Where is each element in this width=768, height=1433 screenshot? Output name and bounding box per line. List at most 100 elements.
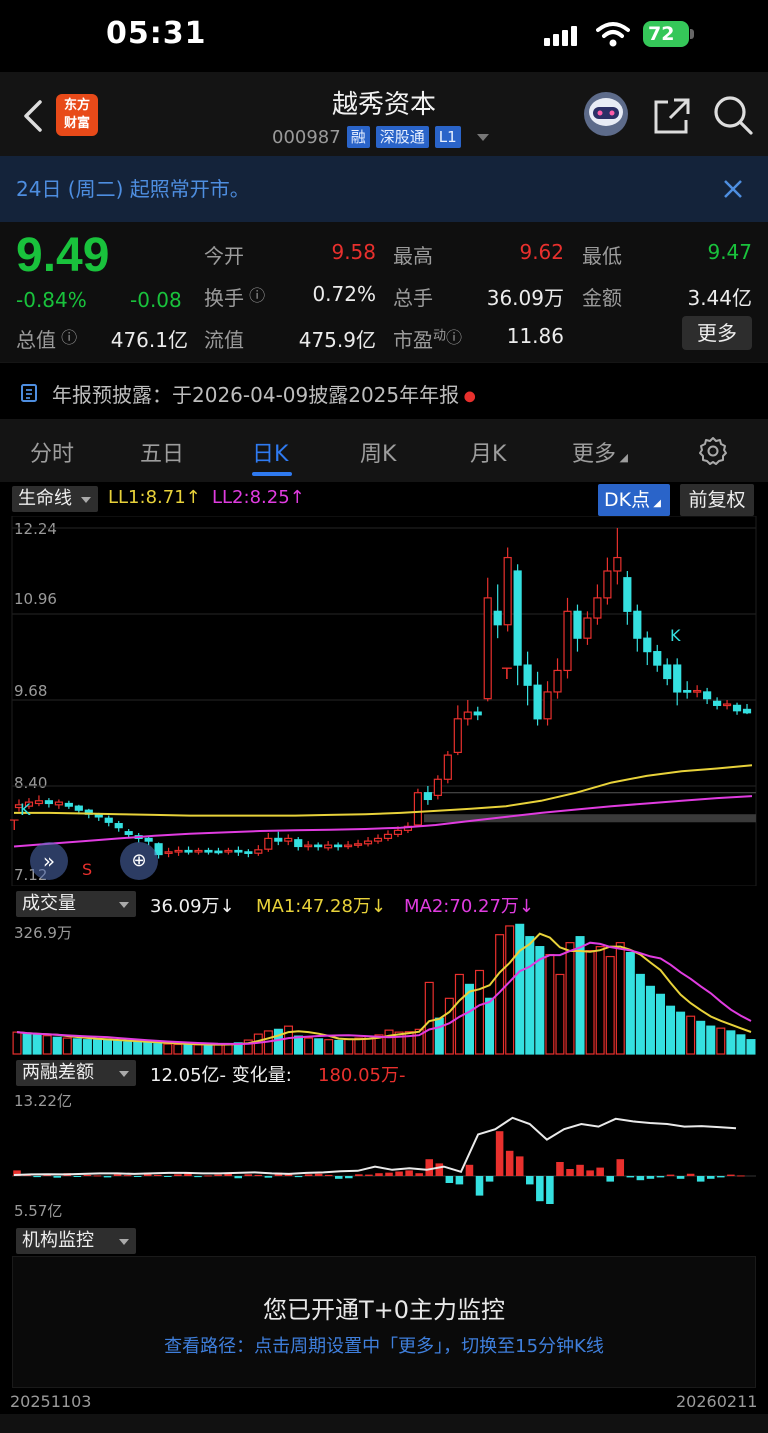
volume-bar <box>605 955 615 1055</box>
candle-body <box>683 689 692 693</box>
candle-body <box>393 829 403 835</box>
turnover-label[interactable]: 换手 ⓘ <box>204 282 265 311</box>
candle-body <box>34 800 44 805</box>
margin-change-bar <box>73 1176 82 1177</box>
search-icon[interactable] <box>712 94 754 136</box>
volume-bar <box>123 1041 133 1055</box>
margin-indicator-select[interactable]: 两融差额 <box>16 1060 136 1086</box>
candle-body <box>353 843 363 846</box>
candle-body <box>603 570 612 599</box>
share-icon[interactable] <box>652 96 692 136</box>
active-tab-underline <box>252 472 292 476</box>
disclosure-row[interactable]: 年报预披露：于2026-04-09披露2025年年报 ● <box>0 362 768 420</box>
candle-body <box>553 669 562 693</box>
candle-body <box>563 610 572 672</box>
margin-change-bar <box>254 1174 263 1176</box>
volume-bar <box>424 981 434 1055</box>
more-quote-button[interactable]: 更多 <box>682 316 752 350</box>
turnover-label-text: 换手 <box>204 286 244 310</box>
candle-body <box>483 597 492 700</box>
margin-change-bar <box>706 1176 715 1179</box>
margin-change-bar <box>546 1176 554 1204</box>
tab-more[interactable]: 更多 ◢ <box>572 436 628 468</box>
close-icon[interactable] <box>722 178 744 200</box>
info-icon[interactable]: ⓘ <box>244 286 265 305</box>
margin-change-bar <box>556 1162 564 1176</box>
margin-change-bar <box>485 1176 494 1182</box>
dk-point-button[interactable]: DK点 ◢ <box>598 484 670 516</box>
margin-chart[interactable] <box>0 1086 768 1222</box>
monitor-indicator-select[interactable]: 机构监控 <box>16 1228 136 1254</box>
notice-text: 24日 (周二) 起照常开市。 <box>16 177 250 201</box>
tab-weekly-k[interactable]: 周K <box>360 436 396 468</box>
pe-dynamic-sup: 动 <box>433 328 447 344</box>
margin-tag: 融 <box>346 126 370 148</box>
info-icon[interactable]: ⓘ <box>446 328 462 347</box>
candle-body <box>493 610 502 626</box>
dash-icon: - <box>219 1065 232 1086</box>
volume-bar <box>716 1027 726 1055</box>
status-bar: 05:31 72 <box>0 0 768 72</box>
volume-bar <box>655 993 666 1055</box>
zoom-icon[interactable]: ⊕ <box>120 842 158 880</box>
volume-ma2-legend: MA2:70.27万↓ <box>404 892 534 918</box>
market-cap-label[interactable]: 总值 ⓘ <box>16 324 77 353</box>
volume-bar <box>615 942 625 1055</box>
margin-change-bar <box>626 1176 635 1178</box>
ll2-legend-value: LL2:8.25 <box>212 487 290 508</box>
double-chevron-right-icon[interactable]: » <box>30 842 68 880</box>
monitor-hint-link[interactable]: 查看路径：点击周期设置中「更多」，切换至15分钟K线 <box>0 1332 768 1358</box>
tab-daily-k[interactable]: 日K <box>252 436 288 468</box>
kline-indicator-select[interactable]: 生命线 <box>12 486 98 512</box>
arrow-down-icon: ↓ <box>370 896 386 917</box>
volume-bar <box>384 1029 394 1055</box>
settings-gear-icon[interactable] <box>698 436 728 466</box>
candle-body <box>184 849 193 853</box>
candle-body <box>224 849 233 853</box>
candle-body <box>513 570 522 666</box>
status-time: 05:31 <box>106 16 207 51</box>
volume-bar <box>454 973 464 1055</box>
margin-change-bar <box>586 1170 594 1176</box>
tab-monthly-k[interactable]: 月K <box>470 436 506 468</box>
candle-body <box>144 837 153 842</box>
margin-change-bar <box>727 1174 735 1176</box>
candle-body <box>722 703 732 707</box>
battery-indicator: 72 <box>643 21 689 47</box>
candle-body <box>583 617 592 639</box>
volume-indicator-select[interactable]: 成交量 <box>16 891 136 917</box>
chevron-down-icon[interactable] <box>476 133 489 141</box>
market-notice-banner[interactable]: 24日 (周二) 起照常开市。 <box>0 156 768 222</box>
volume-bar <box>575 936 585 1055</box>
margin-change-bar <box>385 1172 393 1176</box>
margin-change-bar <box>536 1176 544 1202</box>
candle-body <box>344 844 353 848</box>
corner-triangle-icon: ◢ <box>616 451 628 464</box>
volume-bar <box>344 1038 354 1055</box>
volume-chart[interactable] <box>0 920 768 1056</box>
candle-body <box>264 837 273 850</box>
volume-bar <box>565 942 575 1055</box>
arrow-down-icon: ↓ <box>518 896 534 917</box>
tab-intraday[interactable]: 分时 <box>30 436 74 468</box>
pe-label[interactable]: 市盈动ⓘ <box>393 324 462 353</box>
info-icon[interactable]: ⓘ <box>56 328 77 347</box>
margin-change-bar <box>415 1173 423 1176</box>
stock-code-row[interactable]: 000987 融 深股通 L1 <box>272 124 489 150</box>
pe-label-text: 市盈 <box>393 328 433 352</box>
kline-chart[interactable] <box>0 516 768 886</box>
volume-bar <box>273 1028 283 1055</box>
volume-bar <box>183 1043 193 1055</box>
margin-change-bar <box>646 1176 655 1179</box>
robot-assistant-icon[interactable] <box>580 90 632 138</box>
amount-label: 金额 <box>582 286 622 310</box>
margin-change-bar <box>93 1175 102 1177</box>
volume-bar <box>736 1034 746 1055</box>
candle-body <box>503 556 512 626</box>
candle-body <box>573 610 582 639</box>
ll1-legend: LL1:8.71↑ <box>108 487 201 508</box>
tab-five-day[interactable]: 五日 <box>140 436 184 468</box>
adjust-price-button[interactable]: 前复权 <box>680 484 754 516</box>
start-date-label: 20251103 <box>10 1392 92 1411</box>
volume-bar <box>525 936 535 1055</box>
